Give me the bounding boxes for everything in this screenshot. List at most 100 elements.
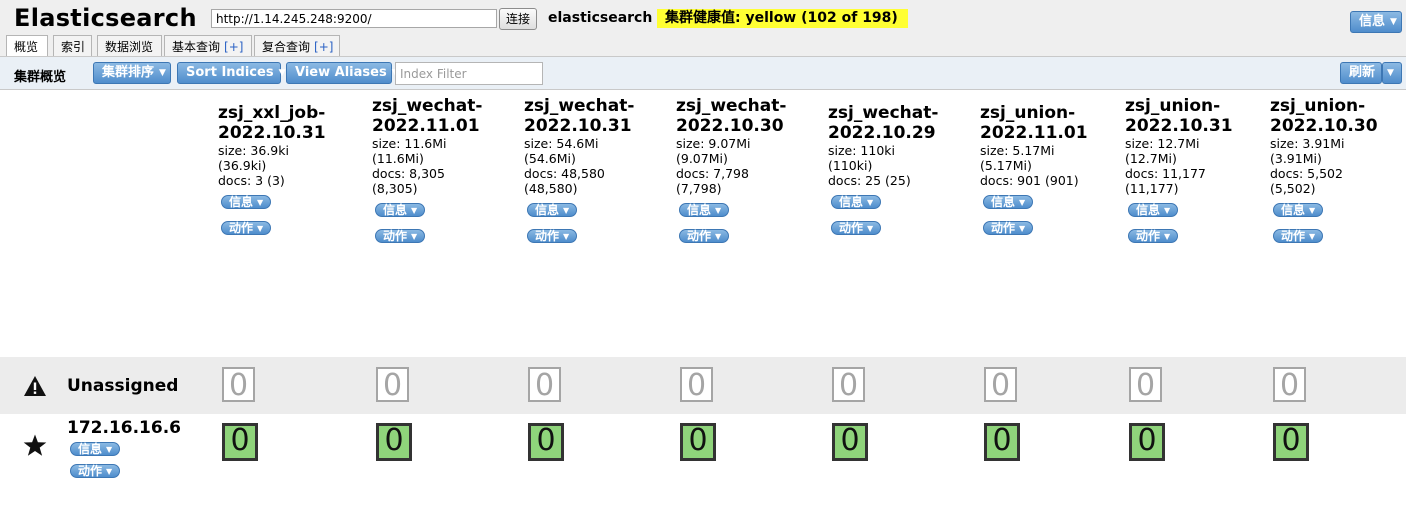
index-name-line: zsj_xxl_job-	[218, 103, 326, 123]
caret-down-icon: ▼	[1309, 206, 1316, 215]
index-size-total: (9.07Mi)	[676, 151, 728, 166]
caret-down-icon: ▼	[563, 206, 570, 215]
view-aliases-button[interactable]: View Aliases▼	[286, 62, 399, 84]
index-column: zsj_wechat- 2022.11.01 size: 11.6Mi (11.6Mi…	[372, 96, 512, 244]
button-label: 动作	[687, 229, 712, 243]
node-info-button[interactable]: 信息 ▼	[70, 442, 121, 456]
unassigned-shard[interactable]: 0	[222, 367, 255, 402]
tab-label: 概览	[14, 40, 39, 54]
unassigned-shard[interactable]: 0	[680, 367, 713, 402]
index-info-button[interactable]: 信息 ▼	[527, 203, 578, 217]
index-size-total: (11.6Mi)	[372, 151, 424, 166]
caret-down-icon: ▼	[867, 198, 874, 207]
tab-indices[interactable]: 索引	[53, 35, 92, 56]
node-action-button[interactable]: 动作 ▼	[70, 464, 121, 478]
button-label: 动作	[1281, 229, 1306, 243]
index-column: zsj_wechat- 2022.10.29 size: 110ki (110ki) d…	[828, 103, 968, 236]
unassigned-shard[interactable]: 0	[1129, 367, 1162, 402]
node-shard[interactable]: 0	[528, 423, 564, 461]
index-name: zsj_wechat- 2022.10.31	[524, 96, 664, 136]
index-size: size: 5.17Mi	[980, 143, 1055, 158]
index-name-line: 2022.11.01	[372, 116, 480, 136]
index-docs-total: (7,798)	[676, 181, 722, 196]
index-name: zsj_union- 2022.10.31	[1125, 96, 1265, 136]
caret-down-icon: ▼	[1164, 232, 1171, 241]
cluster-sort-button[interactable]: 集群排序 ▼	[93, 62, 171, 84]
index-name-line: 2022.10.30	[1270, 116, 1378, 136]
button-label: 动作	[1136, 229, 1161, 243]
node-shard[interactable]: 0	[222, 423, 258, 461]
index-info-button[interactable]: 信息 ▼	[1128, 203, 1179, 217]
node-shard[interactable]: 0	[1273, 423, 1309, 461]
index-action-button[interactable]: 动作 ▼	[221, 221, 272, 235]
button-label: 信息	[535, 203, 560, 217]
node-shard[interactable]: 0	[680, 423, 716, 461]
unassigned-shard[interactable]: 0	[528, 367, 561, 402]
index-action-button[interactable]: 动作 ▼	[1128, 229, 1179, 243]
refresh-options-button[interactable]: ▼	[1382, 62, 1402, 84]
node-ip: 172.16.16.6	[67, 418, 182, 438]
index-info-button[interactable]: 信息 ▼	[983, 195, 1034, 209]
index-info-button[interactable]: 信息 ▼	[375, 203, 426, 217]
index-action-button[interactable]: 动作 ▼	[983, 221, 1034, 235]
tab-label: 数据浏览	[105, 40, 154, 54]
star-icon	[23, 434, 47, 456]
index-docs: docs: 3 (3)	[218, 173, 285, 188]
button-label: 信息	[78, 442, 103, 456]
connect-button[interactable]: 连接	[499, 8, 537, 30]
unassigned-shard[interactable]: 0	[1273, 367, 1306, 402]
index-docs-total: (8,305)	[372, 181, 418, 196]
node-shard[interactable]: 0	[1129, 423, 1165, 461]
index-name: zsj_wechat- 2022.11.01	[372, 96, 512, 136]
index-name-line: 2022.10.31	[524, 116, 632, 136]
index-action-button[interactable]: 动作 ▼	[375, 229, 426, 243]
index-info-button[interactable]: 信息 ▼	[221, 195, 272, 209]
caret-down-icon: ▼	[411, 206, 418, 215]
caret-down-icon: ▼	[1390, 17, 1397, 27]
node-shard[interactable]: 0	[376, 423, 412, 461]
index-size-total: (3.91Mi)	[1270, 151, 1322, 166]
index-action-button[interactable]: 动作 ▼	[527, 229, 578, 243]
sort-indices-button[interactable]: Sort Indices ▼	[177, 62, 285, 84]
node-shard[interactable]: 0	[984, 423, 1020, 461]
index-filter-input[interactable]: Index Filter	[395, 62, 543, 85]
index-info-button[interactable]: 信息 ▼	[1273, 203, 1324, 217]
caret-down-icon: ▼	[106, 467, 113, 476]
unassigned-shard[interactable]: 0	[376, 367, 409, 402]
index-info-button[interactable]: 信息 ▼	[679, 203, 730, 217]
button-label: 动作	[78, 464, 103, 478]
button-label: 信息	[991, 195, 1016, 209]
index-action-button[interactable]: 动作 ▼	[831, 221, 882, 235]
button-label: View Aliases	[295, 65, 387, 80]
refresh-button[interactable]: 刷新	[1340, 62, 1382, 84]
index-name-line: 2022.10.31	[1125, 116, 1233, 136]
node-shard[interactable]: 0	[832, 423, 868, 461]
tab-browser[interactable]: 数据浏览	[97, 35, 162, 56]
index-info-button[interactable]: 信息 ▼	[831, 195, 882, 209]
index-column: zsj_xxl_job- 2022.10.31 size: 36.9ki (36.9k…	[218, 103, 358, 236]
index-column: zsj_union- 2022.10.31 size: 12.7Mi (12.7Mi)…	[1125, 96, 1265, 244]
index-docs: docs: 48,580	[524, 166, 605, 181]
caret-down-icon: ▼	[563, 232, 570, 241]
unassigned-shard[interactable]: 0	[832, 367, 865, 402]
tab-plus: [+]	[314, 40, 334, 54]
tab-basic-query[interactable]: 基本查询 [+]	[164, 35, 252, 56]
info-menu-button[interactable]: 信息 ▼	[1350, 11, 1402, 33]
index-action-button[interactable]: 动作 ▼	[1273, 229, 1324, 243]
index-size: size: 3.91Mi	[1270, 136, 1345, 151]
button-label: Sort Indices	[186, 65, 274, 80]
index-column: zsj_wechat- 2022.10.30 size: 9.07Mi (9.07Mi…	[676, 96, 816, 244]
url-input[interactable]: http://1.14.245.248:9200/	[211, 9, 497, 28]
tab-compound-query[interactable]: 复合查询 [+]	[254, 35, 340, 56]
caret-down-icon: ▼	[867, 224, 874, 233]
index-docs-total: (5,502)	[1270, 181, 1316, 196]
unassigned-shard[interactable]: 0	[984, 367, 1017, 402]
button-label: 信息	[383, 203, 408, 217]
index-docs: docs: 7,798	[676, 166, 749, 181]
index-action-button[interactable]: 动作 ▼	[679, 229, 730, 243]
index-column: zsj_union- 2022.11.01 size: 5.17Mi (5.17Mi)…	[980, 103, 1120, 236]
tab-overview[interactable]: 概览	[6, 35, 48, 56]
app-title: Elasticsearch	[14, 4, 197, 32]
index-size-total: (54.6Mi)	[524, 151, 576, 166]
caret-down-icon: ▼	[159, 68, 166, 78]
